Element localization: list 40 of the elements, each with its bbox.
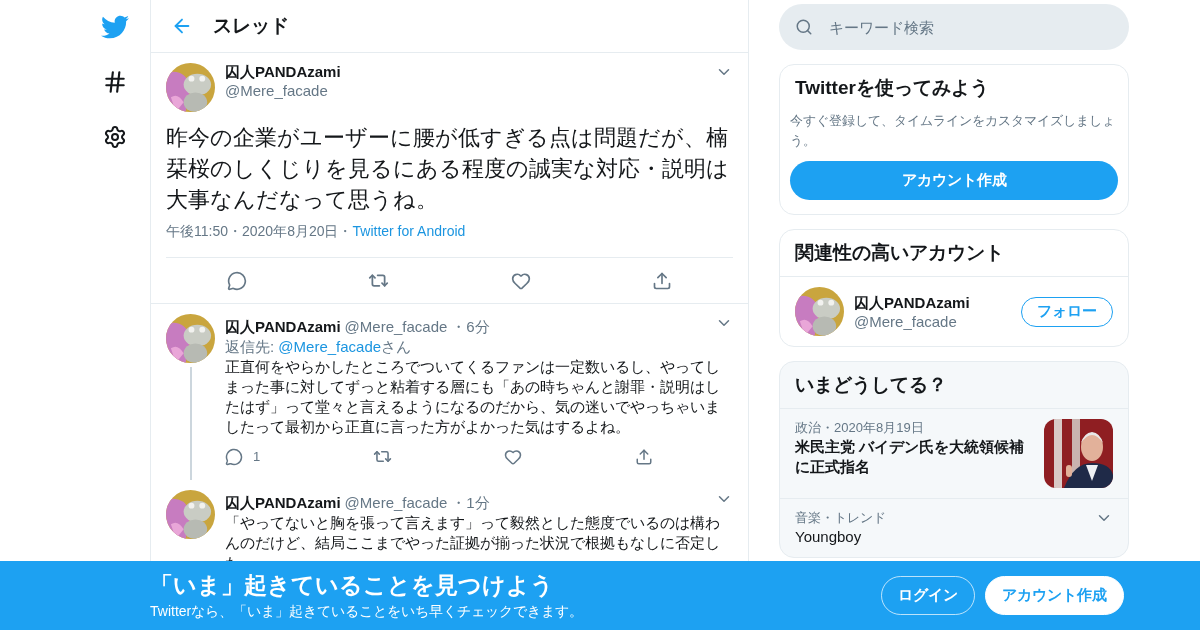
banner-subtitle: Twitterなら、「いま」起きていることをいち早くチェックできます。: [150, 603, 584, 621]
author-name: 囚人PANDAzami: [225, 494, 341, 513]
reply-icon[interactable]: [226, 270, 247, 291]
card-title: 関連性の高いアカウント: [780, 230, 1128, 277]
author-name: 囚人PANDAzami: [225, 63, 342, 82]
search-field[interactable]: キーワード検索: [827, 17, 1113, 37]
account-name: 囚人PANDAzami: [854, 293, 971, 313]
reply-icon[interactable]: [225, 447, 243, 466]
signup-button[interactable]: アカウント作成: [790, 161, 1118, 200]
trend-name[interactable]: Youngboy: [795, 527, 1085, 547]
account-handle: @Mere_facade: [854, 312, 958, 330]
like-icon[interactable]: [510, 270, 531, 291]
share-icon[interactable]: [652, 270, 673, 291]
author-name: 囚人PANDAzami: [225, 318, 341, 337]
share-icon[interactable]: [634, 447, 653, 466]
reply-time: ・1分: [451, 494, 490, 513]
news-headline[interactable]: 米民主党 バイデン氏を大統領候補に正式指名: [795, 437, 1034, 477]
banner-title: 「いま」起きていることを見つけよう: [150, 571, 555, 600]
like-icon[interactable]: [504, 447, 523, 466]
reply-count: 1: [253, 449, 261, 464]
mention-link[interactable]: @Mere_facade: [278, 338, 382, 355]
author-handle: @Mere_facade: [225, 82, 329, 99]
signup-text: 今すぐ登録して、タイムラインをカスタマイズしましょう。: [790, 112, 1116, 150]
page-title: スレッド: [213, 14, 289, 38]
reply-text: 正直何をやらかしたところでついてくるファンは一定数いるし、やってしまった事に対してずっと粘着する層にも「あの時ちゃんと謝罪・説明はしたはず」って堂々と言えるようになるのだから、気の迷いでやっちゃいましたって最初から正直に言った方がよかった気はするよね。: [225, 357, 721, 437]
tweet-meta: 午後11:50・2020年8月20日・Twitter for Android: [166, 223, 733, 258]
card-title: いまどうしてる？: [794, 373, 948, 397]
source-link[interactable]: Twitter for Android: [352, 223, 466, 239]
follow-button[interactable]: フォロー: [1021, 296, 1113, 327]
signup-button[interactable]: アカウント作成: [985, 576, 1124, 615]
author-handle: @Mere_facade: [344, 318, 448, 335]
reply-time: ・6分: [451, 318, 490, 337]
tweet-text: 昨今の企業がユーザーに腰が低すぎる点は問題だが、楠栞桜のしくじりを見るにある程度の誠実な対応・説明は大事なんだなって思うね。: [166, 124, 730, 214]
search-icon: [795, 18, 813, 36]
news-category: 政治・2020年8月19日: [795, 419, 925, 437]
reply-to-text: 返信先: @Mere_facadeさん: [225, 337, 413, 357]
card-title: Twitterを使ってみよう: [794, 76, 990, 100]
trend-category: 音楽・トレンド: [795, 509, 887, 527]
author-handle: @Mere_facade: [344, 494, 448, 511]
search-bar[interactable]: キーワード検索: [779, 4, 1129, 50]
